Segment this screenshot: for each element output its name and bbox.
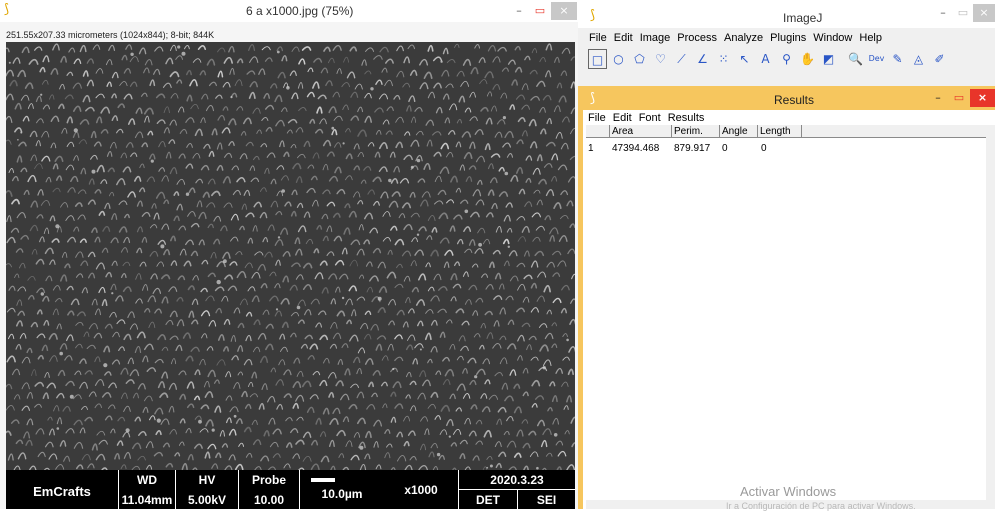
rectangle-tool-icon[interactable]: □	[588, 49, 607, 69]
sem-image-canvas[interactable]	[6, 42, 575, 470]
databar-probe-value: 10.00	[253, 493, 285, 507]
windows-activation-subtitle: Ir a Configuración de PC para activar Wi…	[726, 501, 916, 511]
menu-help[interactable]: Help	[859, 32, 882, 44]
databar-hv-value: 5.00kV	[187, 493, 227, 507]
imagej-app-icon: ⟆	[590, 8, 596, 23]
table-header-index[interactable]	[586, 125, 610, 138]
oval-tool-icon[interactable]: ○	[609, 49, 628, 69]
table-cell-angle: 0	[722, 143, 728, 154]
imagej-app-icon: ⟆	[590, 91, 596, 106]
results-titlebar[interactable]: ⟆ Results – ▭ ×	[578, 86, 995, 110]
text-tool-icon[interactable]: A	[756, 49, 775, 69]
databar-det-value: SEI	[536, 493, 557, 507]
menu-plugins[interactable]: Plugins	[770, 32, 806, 44]
wand-tool-icon[interactable]: ↖	[735, 49, 754, 69]
zoom-tool-icon[interactable]: ⚲	[777, 49, 796, 69]
dropper-tool-icon[interactable]: ◩	[819, 49, 838, 69]
scale-bar	[311, 478, 335, 482]
sem-databar: EmCrafts WD 11.04mm HV 5.00kV Probe 10.0…	[6, 470, 575, 509]
maximize-button[interactable]: ▭	[530, 2, 550, 20]
databar-scale: 10.0µm	[321, 487, 363, 501]
databar-wd-label: WD	[137, 473, 157, 487]
minimize-button[interactable]: –	[508, 2, 530, 20]
close-button[interactable]: ×	[973, 4, 995, 22]
table-header-area[interactable]: Area	[610, 125, 672, 138]
freehand-tool-icon[interactable]: ♡	[651, 49, 670, 69]
menu-image[interactable]: Image	[640, 32, 671, 44]
imagej-app-icon: ⟆	[4, 2, 10, 17]
maximize-button[interactable]: ▭	[954, 4, 972, 22]
windows-activation-watermark: Activar Windows	[740, 484, 837, 499]
table-header-perim[interactable]: Perim.	[672, 125, 720, 138]
sem-micrograph	[6, 42, 575, 470]
results-menubar: File Edit Font Results	[588, 112, 711, 124]
results-menu-edit[interactable]: Edit	[613, 112, 632, 124]
databar-date: 2020.3.23	[490, 473, 544, 487]
table-header-length[interactable]: Length	[758, 125, 802, 138]
developer-menu-icon[interactable]: Dev	[867, 49, 886, 69]
flood-fill-tool-icon[interactable]: ◬	[909, 49, 928, 69]
close-button[interactable]: ×	[551, 2, 577, 20]
menu-process[interactable]: Process	[677, 32, 717, 44]
databar-probe-label: Probe	[251, 473, 286, 487]
imagej-main-window: ⟆ ImageJ – ▭ × File Edit Image Process Analy…	[578, 0, 995, 86]
image-window-titlebar[interactable]: ⟆ 6 a x1000.jpg (75%) – ▭ ×	[0, 0, 578, 22]
angle-tool-icon[interactable]: ∠	[693, 49, 712, 69]
table-header-angle[interactable]: Angle	[720, 125, 758, 138]
databar-det-label: DET	[476, 493, 500, 507]
imagej-menubar: File Edit Image Process Analyze Plugins Window…	[589, 32, 889, 44]
results-window: ⟆ Results – ▭ × File Edit Font Results Area…	[578, 86, 995, 511]
image-window: ⟆ 6 a x1000.jpg (75%) – ▭ × 251.55x207.3…	[0, 0, 584, 509]
databar-magnification: x1000	[404, 483, 438, 497]
maximize-button[interactable]: ▭	[949, 89, 969, 107]
close-button[interactable]: ×	[970, 89, 995, 107]
minimize-button[interactable]: –	[928, 89, 948, 107]
point-tool-icon[interactable]: ⁙	[714, 49, 733, 69]
table-cell-index: 1	[588, 143, 594, 154]
menu-window[interactable]: Window	[813, 32, 852, 44]
brush-tool-icon[interactable]: ✎	[888, 49, 907, 69]
menu-edit[interactable]: Edit	[614, 32, 633, 44]
imagej-title: ImageJ	[783, 11, 823, 25]
menu-analyze[interactable]: Analyze	[724, 32, 763, 44]
results-window-frame	[578, 86, 583, 509]
databar-hv-label: HV	[198, 473, 216, 487]
minimize-button[interactable]: –	[933, 4, 953, 22]
table-header-filler	[802, 125, 986, 138]
pencil-tool-icon[interactable]: ✐	[930, 49, 949, 69]
results-title: Results	[774, 93, 815, 107]
imagej-titlebar[interactable]: ⟆ ImageJ – ▭ ×	[578, 0, 995, 28]
table-cell-perim: 879.917	[674, 143, 711, 154]
line-tool-icon[interactable]: ⟋	[672, 49, 691, 69]
results-table[interactable]: Area Perim. Angle Length 1 47394.468 879…	[586, 125, 986, 505]
menu-file[interactable]: File	[589, 32, 607, 44]
table-cell-area: 47394.468	[612, 143, 660, 154]
vertical-scrollbar[interactable]	[986, 125, 995, 509]
results-menu-font[interactable]: Font	[639, 112, 661, 124]
results-menu-file[interactable]: File	[588, 112, 606, 124]
hand-tool-icon[interactable]: ✋	[798, 49, 817, 69]
databar-wd-value: 11.04mm	[121, 493, 173, 507]
imagej-toolbar: □ ○ ⬠ ♡ ⟋ ∠ ⁙ ↖ A ⚲ ✋ ◩ 🔍 Dev ✎ ◬ ✐	[588, 49, 951, 71]
image-window-title: 6 a x1000.jpg (75%)	[246, 4, 354, 18]
databar-brand: EmCrafts	[33, 484, 91, 499]
image-info-bar: 251.55x207.33 micrometers (1024x844); 8-…	[0, 29, 584, 41]
table-cell-length: 0	[761, 143, 767, 154]
magnifier-tool-icon[interactable]: 🔍	[846, 49, 865, 69]
results-menu-results[interactable]: Results	[668, 112, 705, 124]
polygon-tool-icon[interactable]: ⬠	[630, 49, 649, 69]
